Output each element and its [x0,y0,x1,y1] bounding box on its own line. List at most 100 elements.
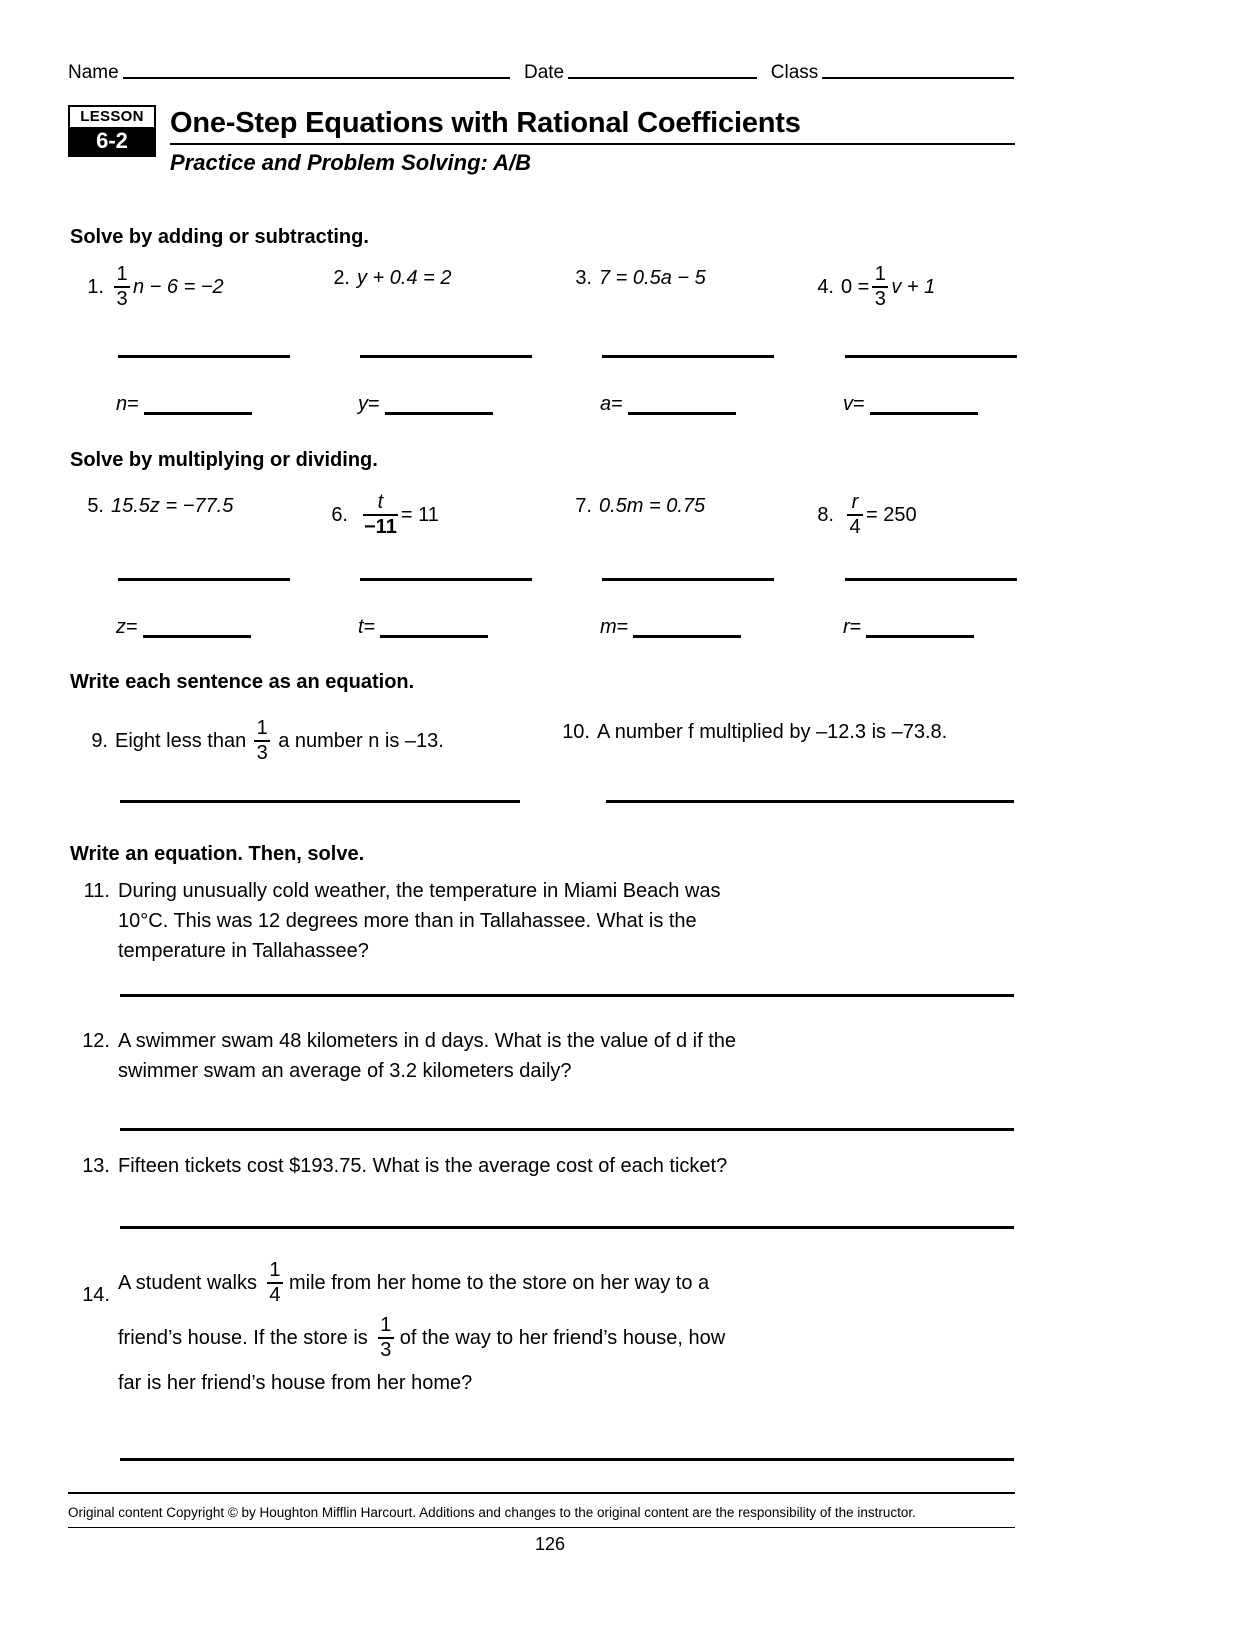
answer-line-12[interactable] [120,1128,1014,1131]
answer-2-variable: y [358,393,368,415]
answer-6[interactable]: t= [358,616,489,638]
problem-9-text-part2: a number n is –13. [278,730,444,752]
problem-6: 6. t −11 = 11 [326,492,439,538]
work-line-8[interactable] [845,578,1017,581]
answer-line-9[interactable] [120,800,520,803]
work-line-6[interactable] [360,578,532,581]
problem-2-expression: y + 0.4 = 2 [357,267,452,289]
problem-13-line-1: Fifteen tickets cost $193.75. What is th… [118,1155,728,1177]
problem-11-line-3: temperature in Tallahassee? [118,940,369,962]
problem-10: 10. A number f multiplied by –12.3 is –7… [560,720,947,744]
problem-11-line-2: 10°C. This was 12 degrees more than in T… [118,910,697,932]
problem-14-line-3: far is her friend’s house from her home? [118,1372,473,1394]
problem-4-expression-before: 0 = [841,276,870,298]
problem-8-expression-after: = 250 [866,504,917,526]
answer-1-variable: n [116,393,128,415]
equals-sign: = [616,616,629,638]
problem-12-body: A swimmer swam 48 kilometers in d days. … [118,1026,1020,1086]
answer-4-blank[interactable] [869,396,978,415]
answer-3-blank[interactable] [627,396,736,415]
equals-sign: = [126,616,138,638]
problem-11-line-1: During unusually cold weather, the tempe… [118,880,721,902]
class-blank[interactable] [822,77,1014,79]
work-line-5[interactable] [118,578,290,581]
section-heading-add-subtract: Solve by adding or subtracting. [70,226,369,248]
section-heading-write-sentence: Write each sentence as an equation. [70,671,415,693]
problem-14-number: 14. [82,1284,110,1306]
work-line-1[interactable] [118,355,290,358]
answer-1-blank[interactable] [143,396,252,415]
problem-11-body: During unusually cold weather, the tempe… [118,876,1020,966]
problem-10-text: A number f multiplied by –12.3 is –73.8. [597,721,948,743]
problem-2-number: 2. [333,267,350,289]
problem-13-number: 13. [82,1155,110,1177]
problem-4-fraction: 1 3 [872,263,889,310]
problem-14-body: A student walks 1 4 mile from her home t… [118,1258,1020,1402]
answer-8[interactable]: r= [843,616,975,638]
problem-4-expression-after: v + 1 [891,276,936,298]
fraction-numerator: r [851,491,859,513]
answer-8-blank[interactable] [866,619,975,638]
answer-2[interactable]: y= [358,393,493,415]
problem-4: 4. 0 = 1 3 v + 1 [812,264,935,310]
work-line-3[interactable] [602,355,774,358]
problem-13: 13. Fifteen tickets cost $193.75. What i… [70,1151,1020,1181]
problem-6-expression-after: = 11 [400,504,439,526]
problem-1-fraction: 1 3 [114,264,130,310]
equals-sign: = [611,393,623,415]
problem-2: 2. y + 0.4 = 2 [328,266,452,290]
answer-line-14[interactable] [120,1458,1014,1461]
date-label: Date [523,62,565,83]
answer-5[interactable]: z= [116,616,251,638]
problem-8: 8. r 4 = 250 [812,491,917,538]
answer-2-blank[interactable] [384,396,493,415]
footer-divider-top [68,1492,1015,1494]
answer-4[interactable]: v= [843,393,978,415]
problem-14-fraction-2: 1 3 [377,1315,394,1361]
fraction-numerator: t [377,491,384,513]
problem-1-number: 1. [87,276,104,298]
problem-10-number: 10. [562,721,590,743]
footer-copyright: Original content Copyright © by Houghton… [68,1505,916,1520]
answer-1[interactable]: n= [116,393,252,415]
fraction-denominator: 3 [874,288,886,310]
lesson-badge-number: 6-2 [70,127,154,155]
answer-line-13[interactable] [120,1226,1014,1229]
fraction-denominator: 3 [256,742,268,764]
page-number: 126 [534,1534,566,1554]
work-line-7[interactable] [602,578,774,581]
work-line-4[interactable] [845,355,1017,358]
problem-12: 12. A swimmer swam 48 kilometers in d da… [70,1026,1020,1086]
answer-5-blank[interactable] [142,619,251,638]
answer-3[interactable]: a= [600,393,736,415]
problem-12-line-2: swimmer swam an average of 3.2 kilometer… [118,1060,572,1082]
fraction-numerator: 1 [269,1259,281,1281]
fraction-denominator: 3 [380,1339,392,1361]
lesson-badge-word: LESSON [70,107,154,127]
problem-14-line2-after: of the way to her friend’s house, how [399,1327,726,1349]
title-divider [170,143,1015,145]
answer-line-10[interactable] [606,800,1014,803]
work-line-2[interactable] [360,355,532,358]
equals-sign: = [363,616,376,638]
problem-4-number: 4. [817,276,834,298]
section-heading-write-solve: Write an equation. Then, solve. [70,843,365,865]
problem-9-text-part1: Eight less than [115,730,247,752]
problem-14-line1-after: mile from her home to the store on her w… [288,1272,710,1294]
answer-8-variable: r [843,616,850,638]
problem-12-line-1: A swimmer swam 48 kilometers in d days. … [118,1030,737,1052]
class-label: Class [770,62,819,83]
fraction-denominator: 3 [116,288,128,310]
problem-5-expression: 15.5z = −77.5 [111,495,234,517]
student-info-row: Name Date Class [68,52,1014,82]
answer-line-11[interactable] [120,994,1014,997]
date-blank[interactable] [568,77,757,79]
answer-7[interactable]: m= [600,616,742,638]
problem-7-expression: 0.5m = 0.75 [599,495,706,517]
problem-7-number: 7. [575,495,592,517]
answer-6-blank[interactable] [380,619,489,638]
answer-7-blank[interactable] [633,619,742,638]
fraction-numerator: 1 [874,263,886,285]
name-blank[interactable] [122,77,511,79]
problem-5: 5. 15.5z = −77.5 [84,494,233,518]
